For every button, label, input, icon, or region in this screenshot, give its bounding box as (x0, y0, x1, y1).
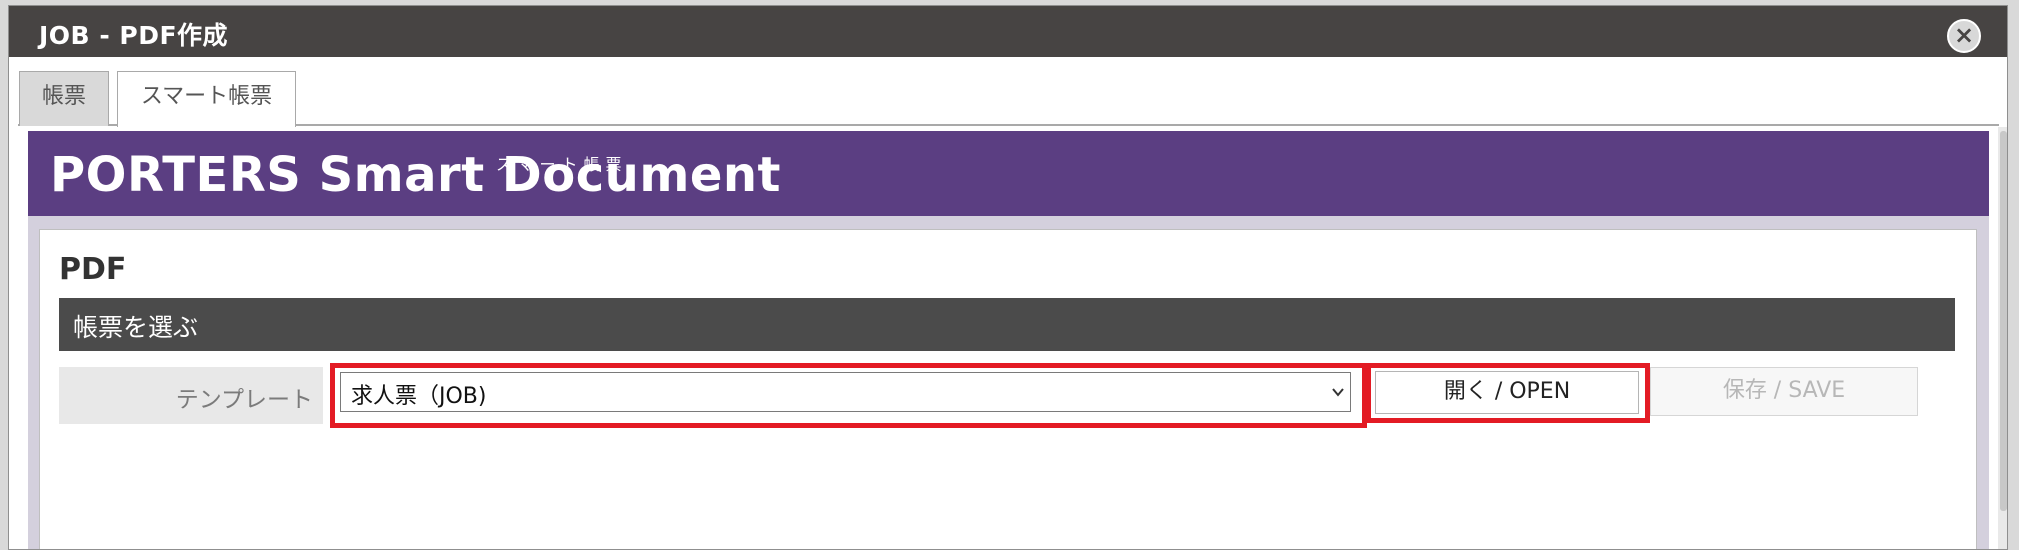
open-button[interactable]: 開く / OPEN (1375, 371, 1639, 414)
chevron-down-icon (1332, 388, 1344, 397)
tab-smart-report[interactable]: スマート帳票 (117, 71, 296, 127)
dialog-titlebar: JOB - PDF作成 × (9, 6, 2007, 57)
tab-report[interactable]: 帳票 (19, 71, 109, 126)
dialog-title: JOB - PDF作成 (39, 21, 229, 50)
pdf-panel: PDF 帳票を選ぶ テンプレート 求人票（JOB) 開く / OPEN 保存 /… (39, 229, 1977, 549)
template-select[interactable]: 求人票（JOB) (340, 372, 1351, 412)
template-label: テンプレート (175, 387, 313, 413)
tab-divider (18, 124, 1999, 126)
brand-subtitle: スマート帳票 (496, 155, 628, 174)
template-select-value: 求人票（JOB) (351, 384, 487, 409)
scrollbar-thumb[interactable] (2000, 131, 2007, 511)
brand-logo: PORTERS Smart Document (50, 147, 781, 203)
brand-banner: PORTERS Smart Document スマート帳票 (28, 131, 1989, 216)
pdf-dialog: JOB - PDF作成 × 帳票 スマート帳票 PORTERS Smart Do… (8, 5, 2008, 550)
template-label-cell: テンプレート (59, 367, 323, 424)
section-header: 帳票を選ぶ (59, 298, 1955, 351)
save-button[interactable]: 保存 / SAVE (1650, 367, 1918, 416)
tab-bar: 帳票 スマート帳票 (9, 57, 2007, 127)
smart-document-area: PORTERS Smart Document スマート帳票 PDF 帳票を選ぶ … (28, 131, 1989, 549)
page-title: PDF (59, 252, 127, 287)
section-title: 帳票を選ぶ (73, 313, 199, 342)
close-icon[interactable]: × (1947, 19, 1981, 53)
